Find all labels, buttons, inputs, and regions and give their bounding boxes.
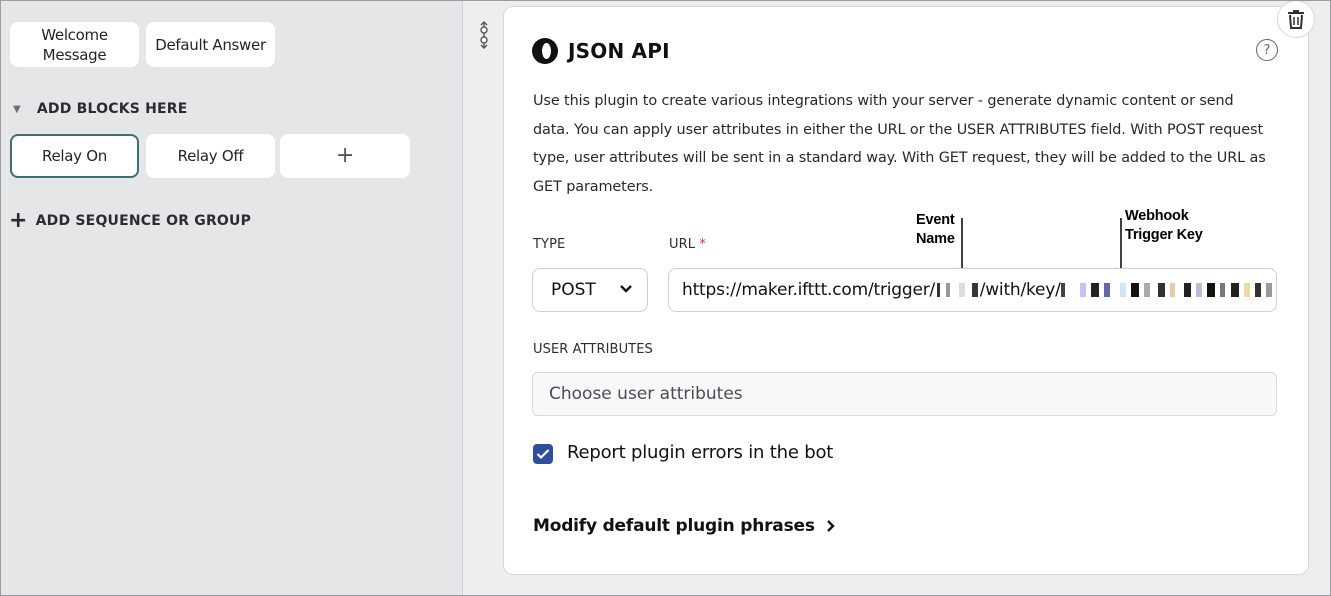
modify-phrases-link[interactable]: Modify default plugin phrases — [533, 516, 839, 536]
type-label: TYPE — [533, 237, 566, 252]
url-prefix: https://maker.ifttt.com/trigger/ — [682, 280, 936, 300]
user-attributes-placeholder: Choose user attributes — [549, 384, 743, 404]
url-input[interactable]: https://maker.ifttt.com/trigger/ /with/k… — [668, 268, 1277, 312]
annotation-event-name: Event Name — [916, 212, 955, 247]
plus-icon: + — [9, 208, 28, 233]
trash-icon — [1288, 10, 1304, 29]
report-errors-checkbox[interactable] — [533, 444, 553, 464]
checkmark-icon — [536, 449, 550, 460]
add-sequence-label: ADD SEQUENCE OR GROUP — [35, 213, 252, 229]
plugin-title-row: JSON API — [532, 38, 670, 64]
modify-phrases-label: Modify default plugin phrases — [533, 516, 815, 536]
url-middle: /with/key/ — [979, 280, 1061, 300]
redacted-event-name — [937, 280, 978, 300]
type-select[interactable]: POST — [532, 268, 648, 312]
url-label: URL * — [669, 237, 706, 252]
chevron-right-icon — [826, 520, 835, 532]
help-icon[interactable]: ? — [1256, 39, 1278, 61]
chevron-down-icon — [620, 285, 632, 293]
blocks-panel: Welcome Message Default Answer ▼ ADD BLO… — [0, 0, 462, 596]
redacted-webhook-key — [1060, 280, 1273, 300]
type-select-value: POST — [551, 280, 596, 300]
block-label: Relay On — [42, 147, 107, 165]
block-label: Relay Off — [177, 147, 244, 165]
plugin-title: JSON API — [568, 39, 670, 63]
annotation-webhook-key: Webhook Trigger Key — [1125, 208, 1203, 243]
block-relay-off[interactable]: Relay Off — [146, 134, 275, 178]
user-attributes-label: USER ATTRIBUTES — [533, 342, 653, 357]
add-sequence-button[interactable]: + ADD SEQUENCE OR GROUP — [9, 208, 252, 233]
collapse-triangle-icon[interactable]: ▼ — [13, 104, 21, 115]
drag-handle-icon[interactable] — [477, 20, 491, 50]
block-label: Welcome Message — [41, 25, 108, 64]
json-api-logo-icon — [532, 38, 558, 64]
block-label: Default Answer — [155, 35, 266, 54]
add-block-button[interactable]: + — [280, 134, 410, 178]
required-asterisk: * — [699, 237, 706, 252]
add-blocks-label: ADD BLOCKS HERE — [36, 101, 188, 117]
block-welcome-message[interactable]: Welcome Message — [10, 22, 139, 67]
report-errors-label[interactable]: Report plugin errors in the bot — [567, 442, 833, 463]
plus-icon: + — [335, 143, 355, 168]
block-relay-on[interactable]: Relay On — [10, 134, 139, 178]
delete-plugin-button[interactable] — [1277, 0, 1315, 38]
block-default-answer[interactable]: Default Answer — [146, 22, 275, 67]
url-label-text: URL — [669, 237, 696, 252]
add-blocks-header[interactable]: ▼ ADD BLOCKS HERE — [13, 101, 188, 117]
plugin-description: Use this plugin to create various integr… — [533, 93, 1266, 195]
user-attributes-input[interactable]: Choose user attributes — [532, 372, 1277, 416]
